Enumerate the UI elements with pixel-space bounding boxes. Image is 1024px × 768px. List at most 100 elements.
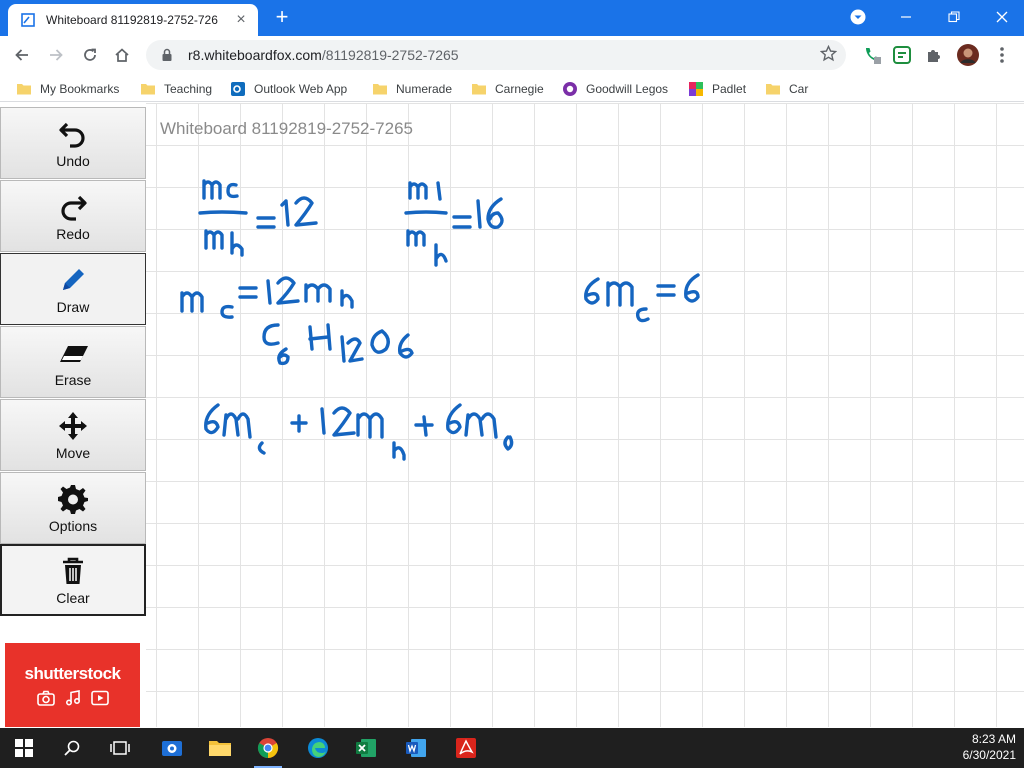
- profile-avatar[interactable]: [956, 43, 980, 67]
- taskbar-app-button[interactable]: [156, 732, 188, 764]
- tab-title: Whiteboard 81192819-2752-726: [46, 13, 218, 27]
- arrow-left-icon: [15, 49, 28, 61]
- word-button[interactable]: [400, 732, 432, 764]
- task-view-button[interactable]: [104, 732, 136, 764]
- extensions-button[interactable]: [922, 43, 946, 67]
- puzzle-icon: [928, 50, 940, 62]
- undo-button[interactable]: Undo: [0, 107, 146, 179]
- windows-taskbar: 8:23 AM 6/30/2021: [0, 728, 1024, 768]
- erase-button[interactable]: Erase: [0, 326, 146, 398]
- tool-label: Erase: [54, 372, 92, 388]
- star-icon: [819, 44, 837, 61]
- chrome-button[interactable]: [252, 732, 284, 768]
- tool-label: Undo: [56, 153, 90, 169]
- start-button[interactable]: [8, 732, 40, 764]
- bookmark-outlook[interactable]: Outlook Web App: [230, 78, 347, 100]
- ink-6mc-eq-6: [584, 273, 700, 323]
- eraser-icon: [60, 346, 88, 362]
- excel-button[interactable]: [350, 732, 382, 764]
- tool-label: Move: [55, 445, 91, 461]
- bookmark-label: My Bookmarks: [40, 82, 120, 96]
- trash-icon: [63, 557, 83, 584]
- bookmark-numerade[interactable]: Numerade: [372, 78, 452, 100]
- bookmark-my-bookmarks[interactable]: My Bookmarks: [16, 78, 119, 100]
- taskbar-search-button[interactable]: [56, 732, 88, 764]
- windows-logo-icon: [15, 739, 33, 757]
- move-button[interactable]: Move: [0, 399, 146, 471]
- reload-button[interactable]: [76, 41, 104, 69]
- browser-tab[interactable]: Whiteboard 81192819-2752-726 ×: [8, 4, 258, 36]
- video-play-icon: [90, 690, 109, 706]
- bookmark-label: Padlet: [712, 82, 747, 96]
- tab-search-button[interactable]: [844, 4, 872, 30]
- bookmark-label: Car: [789, 82, 809, 96]
- browser-menu-button[interactable]: [990, 43, 1014, 67]
- acrobat-button[interactable]: [450, 732, 482, 764]
- chevron-down-icon: [850, 9, 866, 25]
- phone-icon: [866, 48, 881, 64]
- outlook-icon: [231, 82, 245, 96]
- edge-icon: [308, 738, 328, 758]
- whiteboard-canvas[interactable]: Whiteboard 81192819-2752-7265: [146, 103, 1024, 727]
- whiteboard-page: Whiteboard 81192819-2752-7265 Undo Redo …: [0, 103, 1024, 727]
- tool-label: Options: [48, 518, 98, 534]
- ink-c6h12o6: [262, 323, 414, 366]
- ink-mc-eq-12mh: [180, 276, 354, 319]
- close-window-button[interactable]: [988, 4, 1016, 30]
- bookmark-label: Carnegie: [495, 82, 544, 96]
- bookmark-padlet[interactable]: Padlet: [688, 78, 746, 100]
- bookmark-goodwill-legos[interactable]: Goodwill Legos: [562, 78, 668, 100]
- forward-button[interactable]: [42, 41, 70, 69]
- lock-icon[interactable]: [160, 48, 174, 62]
- phone-extension-button[interactable]: [860, 43, 884, 67]
- back-button[interactable]: [8, 41, 36, 69]
- move-icon: [59, 412, 87, 440]
- bookmark-car[interactable]: Car: [765, 78, 808, 100]
- redo-button[interactable]: Redo: [0, 180, 146, 252]
- bookmarks-bar: My Bookmarks Teaching Outlook Web App Nu…: [0, 74, 1024, 102]
- task-view-icon: [110, 741, 130, 755]
- clock-time: 8:23 AM: [971, 732, 1016, 746]
- chat-extension-icon: [893, 46, 911, 64]
- redo-icon: [61, 195, 87, 221]
- minimize-icon: [901, 16, 911, 18]
- minimize-button[interactable]: [892, 4, 920, 30]
- folder-icon: [373, 84, 387, 95]
- app-box-icon: [162, 741, 182, 756]
- restore-icon: [948, 11, 960, 23]
- tab-close-icon[interactable]: ×: [232, 11, 250, 29]
- clock-date: 6/30/2021: [962, 748, 1016, 762]
- music-note-icon: [65, 690, 80, 706]
- folder-icon: [17, 84, 31, 95]
- bookmark-label: Numerade: [396, 82, 453, 96]
- draw-button[interactable]: Draw: [0, 253, 146, 325]
- bookmark-star-button[interactable]: [816, 41, 840, 65]
- edge-button[interactable]: [302, 732, 334, 764]
- bookmark-label: Outlook Web App: [254, 82, 348, 96]
- address-bar[interactable]: r8.whiteboardfox.com /81192819-2752-7265: [146, 40, 846, 70]
- green-extension-button[interactable]: [890, 43, 914, 67]
- undo-icon: [59, 122, 85, 148]
- camera-icon: [36, 690, 55, 706]
- file-explorer-button[interactable]: [204, 732, 236, 764]
- new-tab-button[interactable]: +: [270, 6, 294, 30]
- arrow-right-icon: [50, 49, 63, 61]
- ad-icons: [36, 690, 109, 706]
- shutterstock-ad[interactable]: shutterstock: [5, 643, 140, 727]
- kebab-menu-icon: [1000, 47, 1004, 63]
- home-button[interactable]: [108, 41, 136, 69]
- bookmark-teaching[interactable]: Teaching: [140, 78, 212, 100]
- ad-brand: shutterstock: [24, 664, 121, 683]
- tool-label: Clear: [56, 590, 90, 606]
- system-clock[interactable]: 8:23 AM 6/30/2021: [963, 731, 1016, 763]
- clear-button[interactable]: Clear: [0, 544, 146, 616]
- restore-button[interactable]: [940, 4, 968, 30]
- folder-icon: [209, 741, 231, 756]
- ink-6mc-plus-12mh-plus-6mo: [204, 403, 514, 461]
- padlet-icon: [689, 82, 703, 96]
- word-icon: [406, 739, 426, 757]
- handwritten-ink: [180, 179, 700, 461]
- bookmark-carnegie[interactable]: Carnegie: [471, 78, 544, 100]
- bookmark-label: Teaching: [164, 82, 213, 96]
- options-button[interactable]: Options: [0, 472, 146, 544]
